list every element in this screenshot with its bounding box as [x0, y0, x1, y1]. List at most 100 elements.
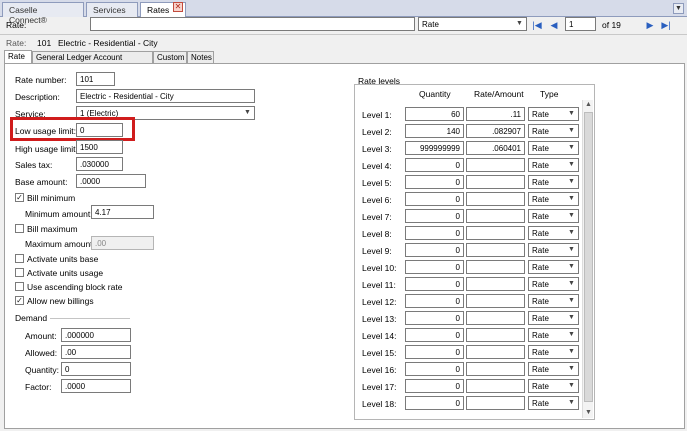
level-quantity-field[interactable]: 0: [405, 260, 464, 274]
level-type-value: Rate: [532, 212, 549, 221]
level-rate-field[interactable]: [466, 328, 525, 342]
bill-maximum-checkbox[interactable]: [15, 224, 24, 233]
maximum-amount-field[interactable]: .00: [91, 236, 154, 250]
level-type-select[interactable]: Rate ▼: [528, 209, 579, 223]
level-label: Level 10:: [362, 263, 397, 273]
level-type-select[interactable]: Rate ▼: [528, 362, 579, 376]
rate-levels-scrollbar[interactable]: ▲ ▼: [582, 100, 593, 418]
level-type-select[interactable]: Rate ▼: [528, 158, 579, 172]
activate-units-usage-checkbox[interactable]: [15, 268, 24, 277]
minimum-amount-field[interactable]: 4.17: [91, 205, 154, 219]
level-type-select[interactable]: Rate ▼: [528, 294, 579, 308]
level-rate-field[interactable]: [466, 175, 525, 189]
description-field[interactable]: Electric - Residential - City: [76, 89, 255, 103]
level-quantity-field[interactable]: 60: [405, 107, 464, 121]
scroll-up-icon[interactable]: ▲: [583, 100, 594, 110]
base-amount-field[interactable]: .0000: [76, 174, 146, 188]
level-type-select[interactable]: Rate ▼: [528, 311, 579, 325]
level-rate-field[interactable]: .060401: [466, 141, 525, 155]
level-type-select[interactable]: Rate ▼: [528, 141, 579, 155]
level-type-select[interactable]: Rate ▼: [528, 379, 579, 393]
tab-services[interactable]: Services: [86, 2, 138, 17]
level-type-select[interactable]: Rate ▼: [528, 243, 579, 257]
level-rate-field[interactable]: .082907: [466, 124, 525, 138]
tab-caselle-connect[interactable]: Caselle Connect®: [2, 2, 84, 25]
last-record-icon[interactable]: ▶|: [661, 20, 671, 30]
minimum-amount-label: Minimum amount:: [25, 209, 93, 219]
previous-record-icon[interactable]: ◀: [549, 20, 559, 30]
close-icon[interactable]: ✕: [173, 2, 183, 12]
level-quantity-field[interactable]: 0: [405, 362, 464, 376]
scroll-down-icon[interactable]: ▼: [583, 408, 594, 418]
high-usage-field[interactable]: 1500: [76, 140, 123, 154]
level-quantity-field[interactable]: 0: [405, 345, 464, 359]
level-quantity-field[interactable]: 0: [405, 209, 464, 223]
level-quantity-field[interactable]: 0: [405, 175, 464, 189]
level-type-select[interactable]: Rate ▼: [528, 107, 579, 121]
level-rate-field[interactable]: [466, 260, 525, 274]
column-header-quantity: Quantity: [419, 89, 451, 99]
level-rate-field[interactable]: .11: [466, 107, 525, 121]
level-rate-field[interactable]: [466, 209, 525, 223]
tab-notes[interactable]: Notes: [187, 51, 214, 63]
level-type-select[interactable]: Rate ▼: [528, 124, 579, 138]
demand-allowed-field[interactable]: .00: [61, 345, 131, 359]
level-quantity-field[interactable]: 0: [405, 294, 464, 308]
level-rate-field[interactable]: [466, 277, 525, 291]
level-quantity-field[interactable]: 0: [405, 311, 464, 325]
sales-tax-field[interactable]: .030000: [76, 157, 123, 171]
demand-quantity-field[interactable]: 0: [61, 362, 131, 376]
level-type-select[interactable]: Rate ▼: [528, 175, 579, 189]
tab-label: Rate: [8, 52, 25, 61]
level-type-select[interactable]: Rate ▼: [528, 260, 579, 274]
level-rate-field[interactable]: [466, 311, 525, 325]
rate-search-input[interactable]: [90, 17, 415, 31]
demand-factor-field[interactable]: .0000: [61, 379, 131, 393]
level-quantity-field[interactable]: 0: [405, 192, 464, 206]
level-rate-field[interactable]: [466, 345, 525, 359]
level-quantity-field[interactable]: 0: [405, 158, 464, 172]
rate-number-field[interactable]: 101: [76, 72, 115, 86]
level-type-value: Rate: [532, 263, 549, 272]
base-amount-label: Base amount:: [15, 177, 68, 187]
next-record-icon[interactable]: ▶: [645, 20, 655, 30]
tab-custom[interactable]: Custom: [153, 51, 187, 63]
level-rate-field[interactable]: [466, 158, 525, 172]
level-quantity-field[interactable]: 0: [405, 226, 464, 240]
level-rate-field[interactable]: [466, 379, 525, 393]
level-type-select[interactable]: Rate ▼: [528, 192, 579, 206]
tab-label: Rates: [147, 5, 170, 15]
scrollbar-thumb[interactable]: [584, 112, 593, 402]
level-rate-field[interactable]: [466, 226, 525, 240]
level-rate-field[interactable]: [466, 243, 525, 257]
search-field-select[interactable]: Rate ▼: [418, 17, 527, 31]
level-rate-field[interactable]: [466, 294, 525, 308]
level-quantity-field[interactable]: 999999999: [405, 141, 464, 155]
activate-units-base-checkbox[interactable]: [15, 254, 24, 263]
demand-amount-field[interactable]: .000000: [61, 328, 131, 342]
level-rate-field[interactable]: [466, 192, 525, 206]
level-quantity-field[interactable]: 0: [405, 277, 464, 291]
level-rate-field[interactable]: [466, 396, 525, 410]
tab-list-dropdown-icon[interactable]: ▼: [673, 3, 684, 14]
level-quantity-field[interactable]: 0: [405, 379, 464, 393]
level-type-select[interactable]: Rate ▼: [528, 328, 579, 342]
tab-rate[interactable]: Rate: [4, 50, 32, 64]
level-type-select[interactable]: Rate ▼: [528, 345, 579, 359]
level-type-select[interactable]: Rate ▼: [528, 277, 579, 291]
allow-new-billings-checkbox[interactable]: ✓: [15, 296, 24, 305]
ascending-block-checkbox[interactable]: [15, 282, 24, 291]
level-quantity-field[interactable]: 0: [405, 243, 464, 257]
level-type-select[interactable]: Rate ▼: [528, 396, 579, 410]
level-quantity-field[interactable]: 0: [405, 396, 464, 410]
level-rate-field[interactable]: [466, 362, 525, 376]
chevron-down-icon: ▼: [568, 280, 575, 287]
level-quantity-field[interactable]: 140: [405, 124, 464, 138]
record-number-input[interactable]: 1: [565, 17, 596, 31]
level-quantity-field[interactable]: 0: [405, 328, 464, 342]
tab-gl-account-override[interactable]: General Ledger Account Override: [32, 51, 153, 71]
level-type-select[interactable]: Rate ▼: [528, 226, 579, 240]
level-type-value: Rate: [532, 297, 549, 306]
bill-minimum-checkbox[interactable]: ✓: [15, 193, 24, 202]
first-record-icon[interactable]: |◀: [532, 20, 542, 30]
